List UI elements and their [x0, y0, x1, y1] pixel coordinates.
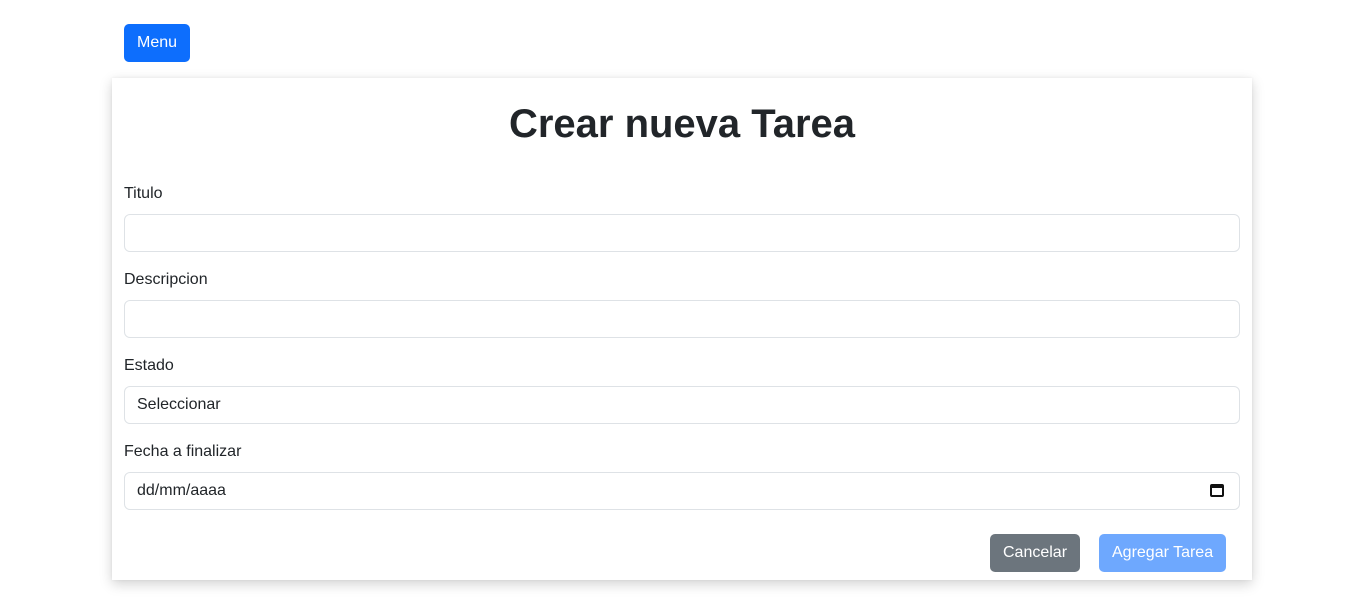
menu-button[interactable]: Menu — [124, 24, 191, 62]
descripcion-label: Descripcion — [124, 271, 208, 288]
estado-selected-value: Seleccionar — [137, 396, 221, 413]
descripcion-input[interactable] — [124, 300, 1240, 338]
page-title: Crear nueva Tarea — [508, 102, 856, 146]
calendar-icon[interactable] — [1210, 484, 1224, 497]
fecha-placeholder: dd/mm/aaaa — [137, 482, 226, 499]
add-task-button[interactable]: Agregar Tarea — [1099, 534, 1227, 572]
titulo-text-field[interactable] — [137, 215, 1227, 251]
estado-select[interactable]: Seleccionar — [124, 386, 1240, 424]
fecha-date-input[interactable]: dd/mm/aaaa — [124, 472, 1240, 510]
descripcion-text-field[interactable] — [137, 301, 1227, 337]
task-form-card: Crear nueva Tarea Titulo Descripcion Est… — [112, 78, 1252, 580]
fecha-label: Fecha a finalizar — [124, 443, 242, 460]
titulo-input[interactable] — [124, 214, 1240, 252]
estado-label: Estado — [124, 357, 174, 374]
titulo-label: Titulo — [124, 185, 163, 202]
cancel-button[interactable]: Cancelar — [990, 534, 1081, 572]
